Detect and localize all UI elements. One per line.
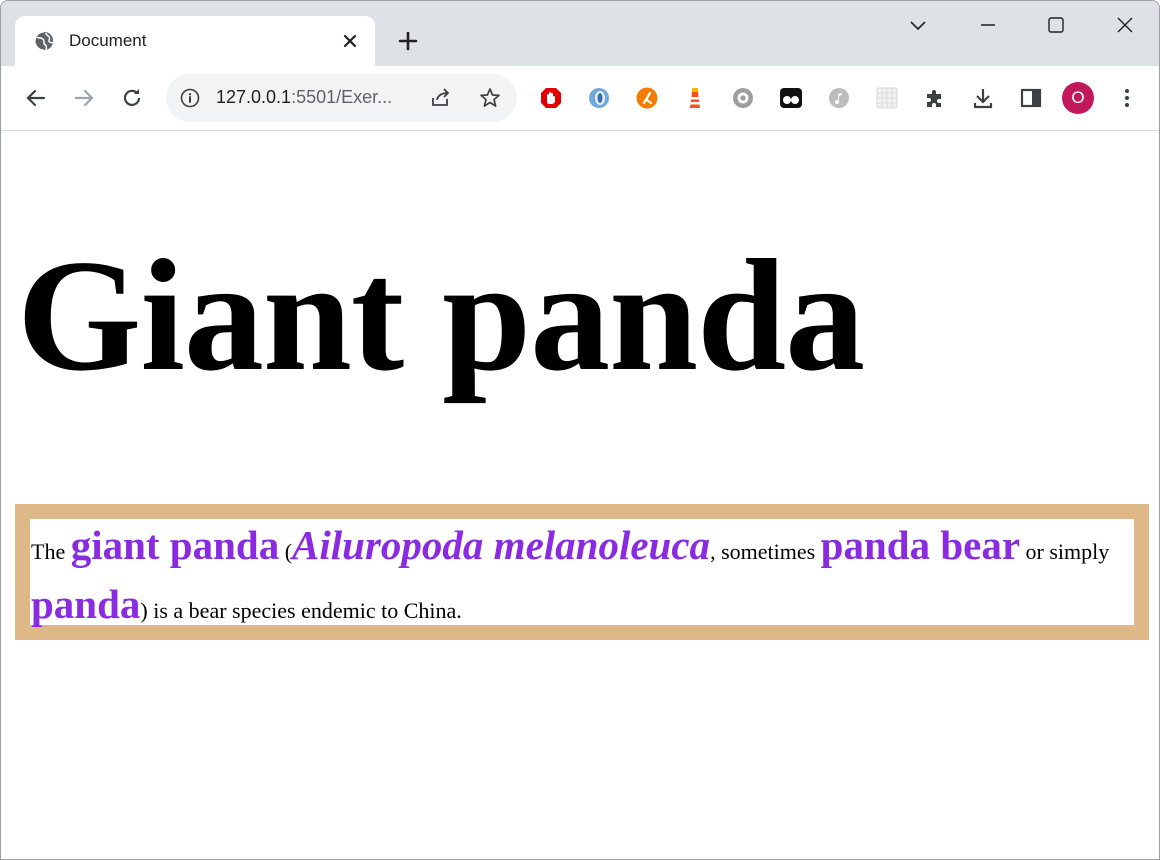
- close-icon[interactable]: [341, 32, 359, 50]
- maximize-icon[interactable]: [1044, 13, 1068, 37]
- address-bar[interactable]: 127.0.0.1:5501/Exer...: [166, 74, 517, 122]
- puzzle-icon[interactable]: [923, 86, 947, 110]
- kebab-menu-icon[interactable]: [1115, 86, 1139, 110]
- text-sometimes: , sometimes: [710, 539, 821, 564]
- page-title: Giant panda: [17, 226, 865, 404]
- info-icon[interactable]: [180, 88, 200, 108]
- term-giant-panda: giant panda: [70, 522, 280, 568]
- ext-music-icon[interactable]: [827, 86, 851, 110]
- tab-document[interactable]: Document: [15, 16, 375, 66]
- avatar[interactable]: O: [1062, 82, 1094, 114]
- side-panel-icon[interactable]: [1019, 86, 1043, 110]
- text-or-simply: or simply: [1020, 539, 1110, 564]
- scientific-name: Ailuropoda melanoleuca: [292, 522, 711, 568]
- plus-icon[interactable]: [396, 29, 420, 53]
- url-path: :5501/Exer...: [291, 87, 393, 107]
- ext-glasses-icon[interactable]: [779, 86, 803, 110]
- text-open-paren: (: [279, 539, 293, 564]
- url-host: 127.0.0.1: [216, 87, 292, 107]
- browser-window: Document 127.0.0.1:5501/Exer... O Giant …: [0, 0, 1160, 860]
- ext-orange-icon[interactable]: [635, 86, 659, 110]
- ext-lighthouse-icon[interactable]: [683, 86, 707, 110]
- tab-strip: Document: [1, 1, 1159, 66]
- share-icon[interactable]: [429, 86, 453, 110]
- ublock-icon[interactable]: [539, 86, 563, 110]
- text-endemic: ) is a bear species endemic to China.: [140, 598, 462, 623]
- ext-blue-icon[interactable]: [587, 86, 611, 110]
- back-arrow-icon[interactable]: [23, 85, 49, 111]
- page-content: Giant panda The giant panda (Ailuropoda …: [1, 131, 1159, 859]
- term-panda: panda: [31, 581, 141, 627]
- toolbar: 127.0.0.1:5501/Exer... O: [1, 66, 1159, 131]
- globe-icon: [34, 31, 54, 51]
- tab-title: Document: [69, 31, 147, 50]
- minimize-icon[interactable]: [976, 13, 1000, 37]
- forward-arrow-icon[interactable]: [71, 85, 97, 111]
- intro-paragraph: The giant panda (Ailuropoda melanoleuca,…: [30, 519, 1135, 637]
- star-icon[interactable]: [478, 86, 502, 110]
- ext-gear-icon[interactable]: [731, 86, 755, 110]
- ext-grid-icon[interactable]: [875, 86, 899, 110]
- download-icon[interactable]: [971, 86, 995, 110]
- text-the: The: [31, 539, 71, 564]
- chevron-down-icon[interactable]: [906, 13, 930, 37]
- window-close-icon[interactable]: [1113, 13, 1137, 37]
- intro-box: The giant panda (Ailuropoda melanoleuca,…: [15, 504, 1149, 640]
- reload-icon[interactable]: [119, 85, 145, 111]
- term-panda-bear: panda bear: [820, 522, 1021, 568]
- url-text[interactable]: 127.0.0.1:5501/Exer...: [216, 87, 392, 108]
